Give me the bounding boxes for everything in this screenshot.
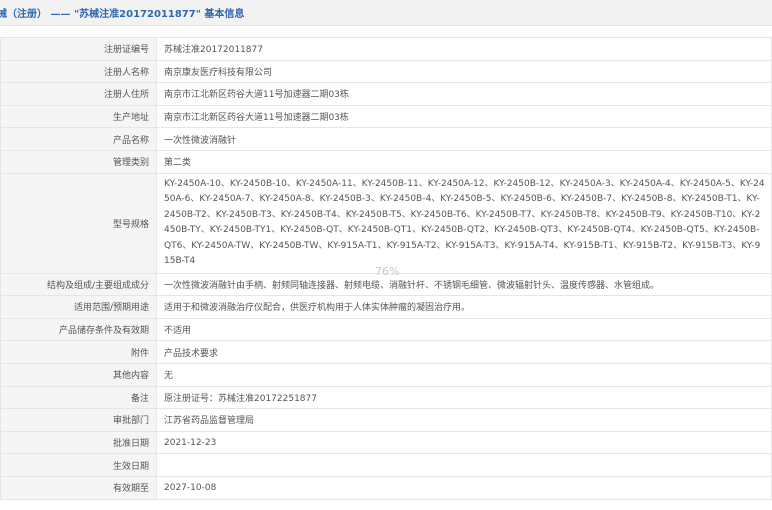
table-row-expiry-date: 有效期至 2027-10-08 bbox=[0, 475, 772, 500]
field-label: 管理类别 bbox=[0, 149, 157, 174]
field-label: 备注 bbox=[0, 385, 157, 410]
table-row-other-content: 其他内容 无 bbox=[0, 362, 772, 387]
field-value-model-specifications: KY-2450A-10、KY-2450B-10、KY-2450A-11、KY-2… bbox=[156, 172, 772, 274]
field-label: 注册证编号 bbox=[0, 37, 157, 61]
field-label: 附件 bbox=[0, 340, 157, 364]
field-value-approval-department: 江苏省药品监督管理局 bbox=[156, 408, 772, 432]
table-row-attachments: 附件 产品技术要求 bbox=[0, 340, 772, 364]
field-label: 生效日期 bbox=[0, 453, 157, 477]
field-value-product-name: 一次性微波消融针 bbox=[156, 127, 772, 151]
table-row-product-name: 产品名称 一次性微波消融针 bbox=[0, 127, 772, 151]
field-value-management-category: 第二类 bbox=[156, 149, 772, 174]
field-label: 型号规格 bbox=[0, 172, 157, 274]
field-label: 批准日期 bbox=[0, 430, 157, 455]
table-row-registration-number: 注册证编号 苏械注准20172011877 bbox=[0, 37, 772, 61]
field-value-intended-use: 适用于和微波消融治疗仪配合，供医疗机构用于人体实体肿瘤的凝固治疗用。 bbox=[156, 295, 772, 319]
field-value-production-address: 南京市江北新区药谷大道11号加速器二期03栋 bbox=[156, 104, 772, 129]
field-value-remarks: 原注册证号：苏械注准20172251877 bbox=[156, 385, 772, 410]
field-value-expiry-date: 2027-10-08 bbox=[156, 475, 772, 500]
table-row-approval-department: 审批部门 江苏省药品监督管理局 bbox=[0, 408, 772, 432]
table-row-model-specifications: 型号规格 KY-2450A-10、KY-2450B-10、KY-2450A-11… bbox=[0, 172, 772, 274]
field-label: 审批部门 bbox=[0, 408, 157, 432]
field-value-structure-composition: 一次性微波消融针由手柄、射频同轴连接器、射频电缆、消融针杆、不锈钢毛细管、微波辐… bbox=[156, 272, 772, 297]
page-header: 械（注册） —— "苏械注准20172011877" 基本信息 bbox=[0, 0, 772, 26]
table-row-approval-date: 批准日期 2021-12-23 bbox=[0, 430, 772, 455]
table-row-production-address: 生产地址 南京市江北新区药谷大道11号加速器二期03栋 bbox=[0, 104, 772, 129]
field-label: 其他内容 bbox=[0, 362, 157, 387]
field-label: 注册人住所 bbox=[0, 82, 157, 106]
field-label: 产品名称 bbox=[0, 127, 157, 151]
field-label: 有效期至 bbox=[0, 475, 157, 500]
field-label: 生产地址 bbox=[0, 104, 157, 129]
zoom-level-indicator: 76% bbox=[375, 265, 400, 278]
page-title: 械（注册） —— "苏械注准20172011877" 基本信息 bbox=[0, 9, 245, 20]
table-row-registrant-address: 注册人住所 南京市江北新区药谷大道11号加速器二期03栋 bbox=[0, 82, 772, 106]
field-label: 适用范围/预期用途 bbox=[0, 295, 157, 319]
field-value-approval-date: 2021-12-23 bbox=[156, 430, 772, 455]
field-label: 注册人名称 bbox=[0, 59, 157, 84]
table-row-remarks: 备注 原注册证号：苏械注准20172251877 bbox=[0, 385, 772, 410]
table-row-intended-use: 适用范围/预期用途 适用于和微波消融治疗仪配合，供医疗机构用于人体实体肿瘤的凝固… bbox=[0, 295, 772, 319]
table-row-effective-date: 生效日期 bbox=[0, 453, 772, 477]
field-value-storage-conditions: 不适用 bbox=[156, 317, 772, 342]
field-value-other-content: 无 bbox=[156, 362, 772, 387]
field-value-registration-number: 苏械注准20172011877 bbox=[156, 37, 772, 61]
table-row-management-category: 管理类别 第二类 bbox=[0, 149, 772, 174]
table-row-storage-conditions: 产品储存条件及有效期 不适用 bbox=[0, 317, 772, 342]
field-label: 产品储存条件及有效期 bbox=[0, 317, 157, 342]
field-value-registrant-address: 南京市江北新区药谷大道11号加速器二期03栋 bbox=[156, 82, 772, 106]
table-row-registrant-name: 注册人名称 南京康友医疗科技有限公司 bbox=[0, 59, 772, 84]
field-value-registrant-name: 南京康友医疗科技有限公司 bbox=[156, 59, 772, 84]
field-value-attachments: 产品技术要求 bbox=[156, 340, 772, 364]
field-label: 结构及组成/主要组成成分 bbox=[0, 272, 157, 297]
field-value-effective-date bbox=[156, 453, 772, 477]
